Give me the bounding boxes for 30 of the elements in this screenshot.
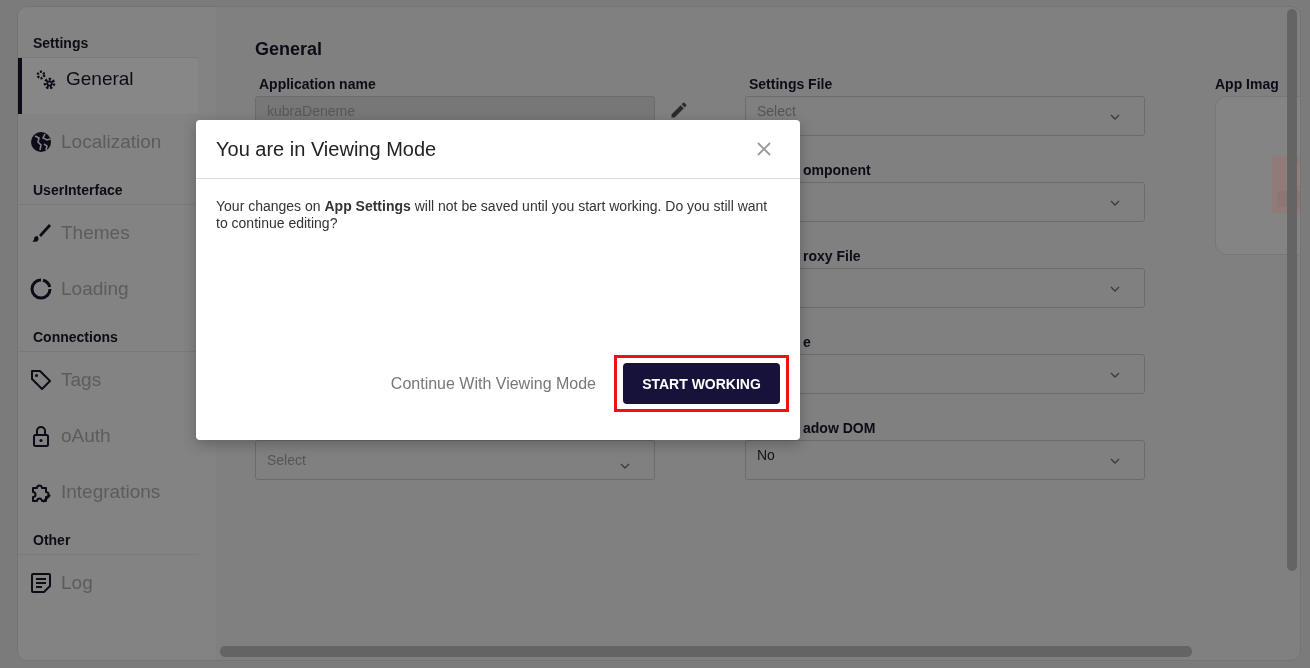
document-icon (29, 571, 53, 595)
field-label: adow DOM (802, 419, 877, 438)
tag-icon (29, 368, 53, 392)
field-label: e (802, 333, 812, 352)
chevron-down-icon (1110, 200, 1120, 206)
field-label: Settings File (748, 75, 834, 94)
chevron-down-icon (1110, 458, 1120, 464)
chevron-down-icon (620, 463, 630, 469)
close-icon[interactable] (756, 141, 772, 157)
field-label: App Imag (1215, 75, 1280, 94)
field-label: Application name (258, 75, 377, 94)
sidebar-item[interactable]: General (18, 58, 198, 114)
gears-icon (34, 68, 58, 92)
dialog-title: You are in Viewing Mode (216, 137, 437, 161)
continue-viewing-button[interactable]: Continue With Viewing Mode (390, 374, 596, 393)
pencil-icon[interactable] (669, 100, 689, 120)
chevron-down-icon (1110, 286, 1120, 292)
horizontal-scrollbar[interactable] (220, 646, 1192, 657)
chevron-down-icon (1110, 372, 1120, 378)
dialog-message: Your changes on App Settings will not be saved until you start working. Do you still want to continue editing? (216, 198, 769, 232)
section-title: Other (18, 530, 198, 555)
chevron-down-icon (1110, 114, 1120, 120)
page-title: General (255, 39, 324, 61)
globe-icon (29, 130, 53, 154)
field-label: roxy File (802, 247, 862, 266)
select-field[interactable]: No (745, 440, 1145, 480)
field-label: omponent (802, 161, 872, 180)
start-working-button[interactable]: START WORKING (623, 363, 780, 404)
loading-ring-icon (29, 277, 53, 301)
vertical-scrollbar[interactable] (1287, 9, 1297, 571)
